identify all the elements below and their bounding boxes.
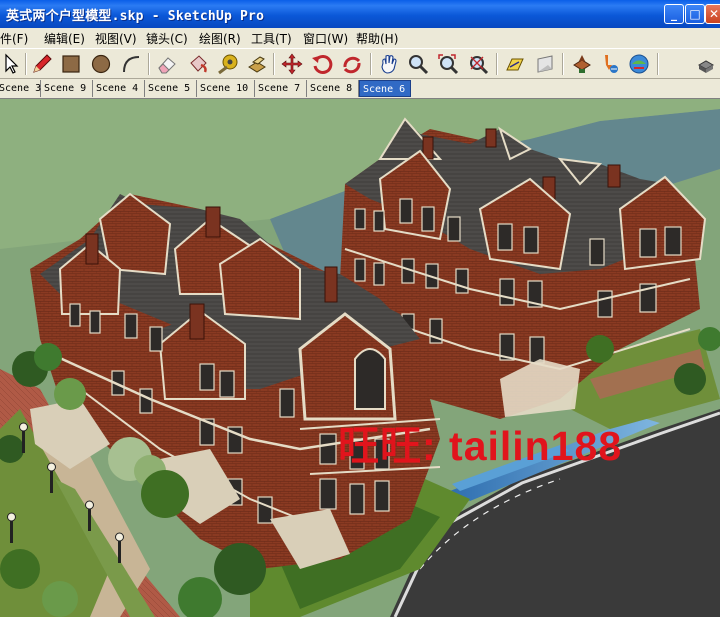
pan-icon[interactable]: [377, 52, 401, 76]
paint-bucket-icon[interactable]: [186, 52, 210, 76]
tab-scene-9[interactable]: Scene 9: [41, 80, 93, 97]
menu-draw[interactable]: 绘图(R): [199, 30, 241, 47]
zoom-extents-icon[interactable]: [436, 52, 460, 76]
menu-view[interactable]: 视图(V): [95, 30, 137, 47]
model-viewport[interactable]: 旺旺: tailin188: [0, 99, 720, 617]
pencil-icon[interactable]: [30, 52, 54, 76]
push-pull-icon[interactable]: [245, 52, 269, 76]
tab-scene-10[interactable]: Scene 10: [197, 80, 255, 97]
menu-tools[interactable]: 工具(T): [251, 30, 292, 47]
close-button[interactable]: ✕: [705, 4, 720, 24]
menu-bar: 文件(F) 编辑(E) 视图(V) 镜头(C) 绘图(R) 工具(T) 窗口(W…: [0, 28, 720, 48]
title-bar: 英式两个户型模型.skp - SketchUp Pro _ □ ✕: [0, 0, 720, 28]
rectangle-icon[interactable]: [59, 52, 83, 76]
menu-help[interactable]: 帮助(H): [356, 30, 398, 47]
walk-icon[interactable]: [503, 52, 527, 76]
rotate-icon[interactable]: [310, 52, 334, 76]
tab-scene-3[interactable]: Scene 3: [0, 80, 41, 97]
eraser-icon[interactable]: [155, 52, 179, 76]
arc-icon[interactable]: [119, 52, 143, 76]
model-render: [0, 99, 720, 617]
minimize-button[interactable]: _: [664, 4, 684, 24]
tab-scene-5[interactable]: Scene 5: [145, 80, 197, 97]
tab-scene-6[interactable]: Scene 6: [359, 80, 411, 97]
maximize-button[interactable]: □: [685, 4, 705, 24]
menu-camera[interactable]: 镜头(C): [146, 30, 188, 47]
add-location-icon[interactable]: [694, 52, 718, 76]
tab-scene-4[interactable]: Scene 4: [93, 80, 145, 97]
scene-tabs: Scene 3 Scene 9 Scene 4 Scene 5 Scene 10…: [0, 79, 720, 99]
menu-file[interactable]: 文件(F): [0, 30, 28, 47]
component-icon[interactable]: [627, 52, 651, 76]
main-toolbar: [0, 48, 720, 79]
orbit-icon[interactable]: [340, 52, 364, 76]
tab-scene-7[interactable]: Scene 7: [255, 80, 307, 97]
position-camera-icon[interactable]: [466, 52, 490, 76]
zoom-icon[interactable]: [406, 52, 430, 76]
section-plane-icon[interactable]: [570, 52, 594, 76]
watermark-text: 旺旺: tailin188: [338, 423, 623, 469]
google-earth-icon[interactable]: [598, 52, 622, 76]
circle-icon[interactable]: [89, 52, 113, 76]
move-icon[interactable]: [280, 52, 304, 76]
menu-edit[interactable]: 编辑(E): [44, 30, 85, 47]
look-around-icon[interactable]: [533, 52, 557, 76]
menu-window[interactable]: 窗口(W): [303, 30, 348, 47]
window-title: 英式两个户型模型.skp - SketchUp Pro: [6, 9, 265, 24]
select-icon[interactable]: [0, 52, 24, 76]
tape-measure-icon[interactable]: [216, 52, 240, 76]
tab-scene-8[interactable]: Scene 8: [307, 80, 359, 97]
